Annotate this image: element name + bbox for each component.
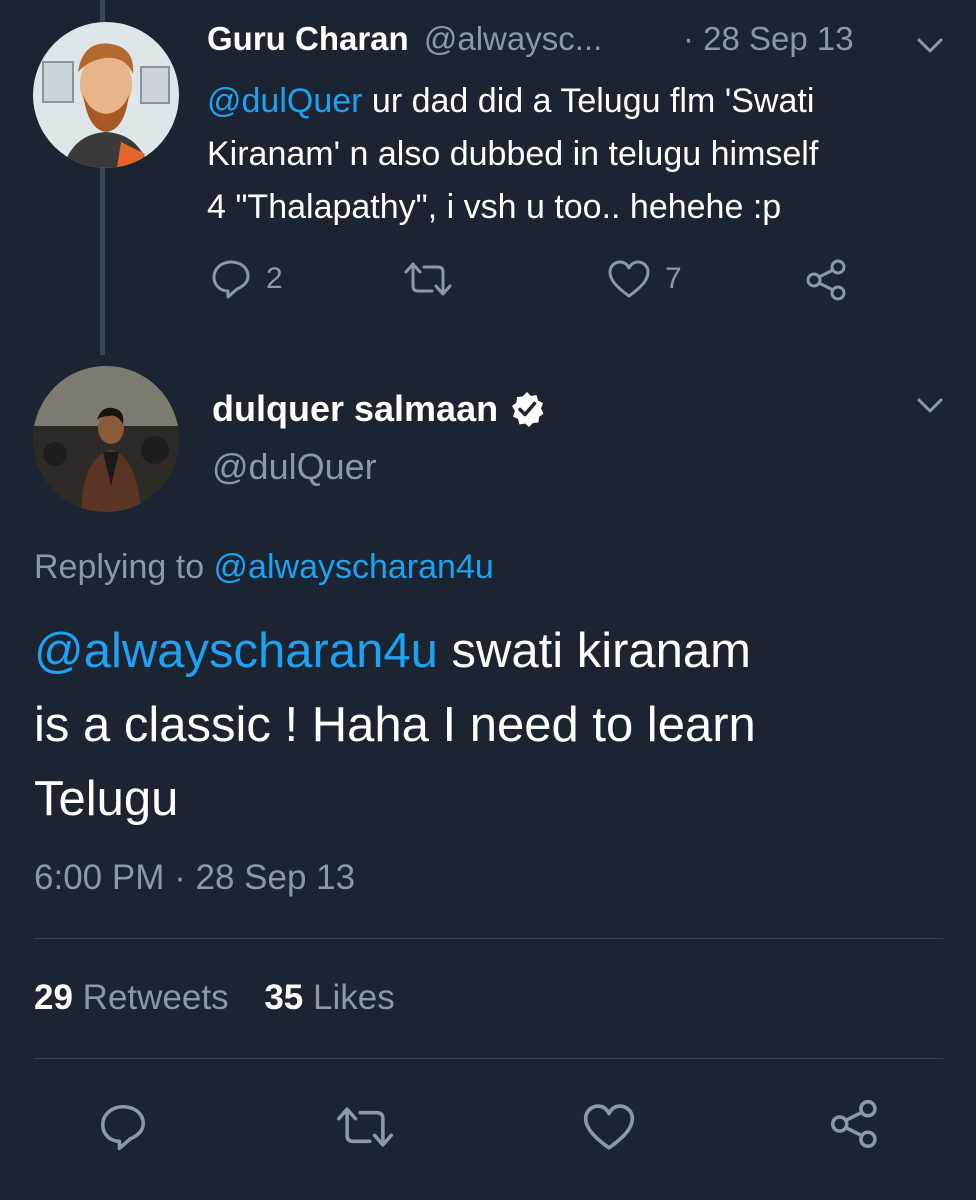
main-reply-button[interactable] <box>98 1102 148 1152</box>
main-date: 28 Sep 13 <box>195 858 356 897</box>
main-handle[interactable]: @dulQuer <box>212 446 377 488</box>
parent-separator: · <box>683 20 694 57</box>
main-separator: · <box>174 858 186 897</box>
share-icon <box>830 1099 877 1149</box>
main-tweet-timestamp: 6:00 PM · 28 Sep 13 <box>34 858 355 898</box>
replying-to-handle-link[interactable]: @alwayscharan4u <box>214 548 494 586</box>
like-count: 35 <box>264 978 304 1017</box>
stats-bottom-divider <box>34 1058 943 1059</box>
parent-handle[interactable]: @alwaysc... <box>424 20 602 57</box>
reply-icon <box>212 260 250 299</box>
parent-tweet-text: @dulQuer ur dad did a Telugu flm 'Swati … <box>207 75 947 234</box>
tweet-stats: 29 Retweets 35 Likes <box>34 978 395 1018</box>
main-share-button[interactable] <box>828 1098 882 1150</box>
heart-icon <box>583 1104 635 1150</box>
main-tweet-author: dulquer salmaan <box>212 388 546 430</box>
guru-charan-avatar[interactable] <box>33 22 179 168</box>
retweet-label: Retweets <box>82 978 229 1017</box>
parent-reply-button[interactable]: 2 <box>210 258 283 300</box>
parent-chevron-down-icon[interactable] <box>915 36 945 56</box>
stats-top-divider <box>34 938 943 939</box>
heart-icon <box>608 260 650 298</box>
parent-retweet-button[interactable] <box>402 260 454 298</box>
parent-like-count: 7 <box>665 262 682 295</box>
main-time: 6:00 PM <box>34 858 165 897</box>
verified-badge-icon <box>512 392 544 427</box>
parent-text-line-2: Kiranam' n also dubbed in telugu himself <box>207 135 819 173</box>
main-text-line-3: Telugu <box>34 772 179 826</box>
parent-text-line-3: 4 "Thalapathy", i vsh u too.. hehehe :p <box>207 188 782 226</box>
parent-mention-link[interactable]: @dulQuer <box>207 82 362 120</box>
replying-to-label: Replying to <box>34 548 214 586</box>
main-mention-link[interactable]: @alwayscharan4u <box>34 624 438 678</box>
main-chevron-down-icon[interactable] <box>915 396 945 416</box>
parent-share-button[interactable] <box>804 258 850 302</box>
main-text-line-2: is a classic ! Haha I need to learn <box>34 698 756 752</box>
reply-icon <box>100 1104 146 1151</box>
parent-date[interactable]: 28 Sep 13 <box>703 20 853 57</box>
main-retweet-button[interactable] <box>334 1104 396 1150</box>
main-like-button[interactable] <box>582 1102 636 1152</box>
parent-like-button[interactable]: 7 <box>607 259 682 299</box>
parent-display-name[interactable]: Guru Charan <box>207 20 409 57</box>
dulquer-salmaan-avatar[interactable] <box>33 366 179 512</box>
main-display-name[interactable]: dulquer salmaan <box>212 388 498 430</box>
retweets-stat[interactable]: 29 Retweets <box>34 978 238 1017</box>
like-label: Likes <box>312 978 395 1017</box>
replying-to-line: Replying to @alwayscharan4u <box>34 548 494 587</box>
retweet-icon <box>336 1107 394 1147</box>
parent-tweet-meta: · 28 Sep 13 <box>683 20 854 58</box>
parent-text-line-1: @dulQuer ur dad did a Telugu flm 'Swati <box>207 82 815 120</box>
retweet-icon <box>404 262 452 296</box>
main-tweet-text: @alwayscharan4u swati kiranam is a class… <box>34 614 954 836</box>
retweet-count: 29 <box>34 978 73 1017</box>
share-icon <box>806 259 846 301</box>
parent-reply-count: 2 <box>266 262 283 295</box>
main-text-line-1: @alwayscharan4u swati kiranam <box>34 624 751 678</box>
likes-stat[interactable]: 35 Likes <box>264 978 394 1017</box>
